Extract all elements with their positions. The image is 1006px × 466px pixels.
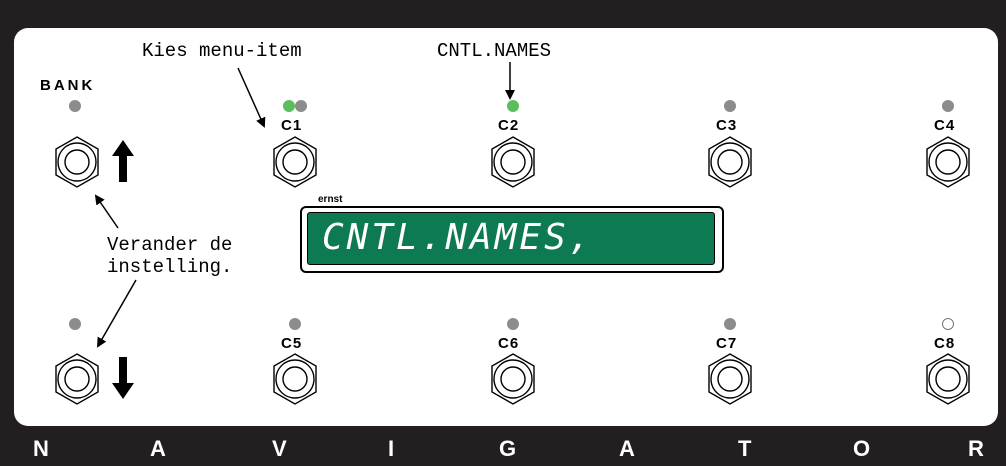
bank-up-led	[69, 100, 81, 112]
arrow-down-icon	[112, 357, 134, 399]
c3-label: C3	[716, 117, 738, 134]
c3-switch[interactable]	[703, 135, 757, 189]
arrow-to-down-switch	[97, 279, 137, 348]
brand-letter-8: O	[853, 436, 871, 461]
brand-letter-5: G	[499, 436, 517, 461]
c2-led	[507, 100, 519, 112]
c8-switch[interactable]	[921, 352, 975, 406]
c6-label: C6	[498, 335, 520, 352]
brand-letter-1: N	[33, 436, 49, 461]
c8-led	[942, 318, 954, 330]
brand-letter-6: A	[619, 436, 635, 461]
brand-letter-3: V	[272, 436, 287, 461]
bank-down-led	[69, 318, 81, 330]
c6-switch[interactable]	[486, 352, 540, 406]
lcd-text: CNTL.NAMES,	[322, 217, 594, 258]
brand-letter-4: I	[388, 436, 395, 461]
c1-led-gray	[295, 100, 307, 112]
c4-label: C4	[934, 117, 956, 134]
c6-led	[507, 318, 519, 330]
navigator-panel: Kies menu-item CNTL.NAMES Verander de in…	[0, 0, 1006, 466]
c4-led	[942, 100, 954, 112]
c5-switch[interactable]	[268, 352, 322, 406]
c8-label: C8	[934, 335, 956, 352]
c7-switch[interactable]	[703, 352, 757, 406]
lcd-display: CNTL.NAMES,	[300, 206, 724, 273]
bank-up-switch[interactable]	[50, 135, 104, 189]
bank-down-switch[interactable]	[50, 352, 104, 406]
c4-switch[interactable]	[921, 135, 975, 189]
c5-led	[289, 318, 301, 330]
c7-label: C7	[716, 335, 738, 352]
c1-led-green	[283, 100, 295, 112]
brand-letter-9: R	[968, 436, 984, 461]
brand-letter-7: T	[738, 436, 752, 461]
arrow-to-up-switch	[94, 194, 119, 229]
c1-label: C1	[281, 117, 303, 134]
arrow-up-icon	[112, 140, 134, 182]
bank-label: BANK	[40, 77, 96, 94]
lcd-tag: ernst	[318, 194, 343, 205]
c2-switch[interactable]	[486, 135, 540, 189]
brand-letter-2: A	[150, 436, 166, 461]
c1-switch[interactable]	[268, 135, 322, 189]
c7-led	[724, 318, 736, 330]
c2-label: C2	[498, 117, 520, 134]
c3-led	[724, 100, 736, 112]
lcd-screen: CNTL.NAMES,	[307, 212, 715, 265]
arrow-to-c1	[237, 67, 266, 128]
c5-label: C5	[281, 335, 303, 352]
